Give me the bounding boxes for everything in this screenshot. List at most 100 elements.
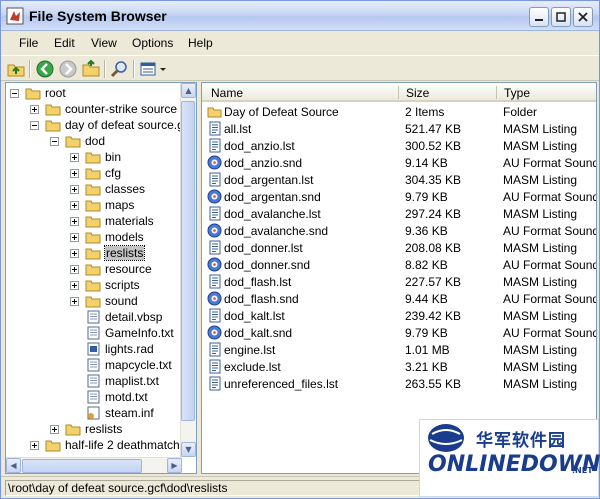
list-item[interactable]: dod_avalanche.lst 297.24 KB MASM Listing [202, 205, 596, 222]
list-item[interactable]: dod_donner.snd 8.82 KB AU Format Sound [202, 256, 596, 273]
tree-item[interactable]: GameInfo.txt [70, 325, 174, 341]
list-item[interactable]: dod_flash.snd 9.44 KB AU Format Sound [202, 290, 596, 307]
tree-item[interactable]: counter-strike source sh [30, 101, 193, 117]
list-item[interactable]: dod_kalt.snd 9.79 KB AU Format Sound [202, 324, 596, 341]
folder-icon [85, 296, 101, 308]
list-item[interactable]: dod_anzio.lst 300.52 KB MASM Listing [202, 137, 596, 154]
minimize-button[interactable] [529, 7, 549, 27]
expand-icon[interactable] [70, 280, 79, 290]
expand-icon[interactable] [70, 216, 79, 226]
document-icon [209, 359, 221, 374]
column-divider[interactable] [496, 86, 497, 99]
back-icon[interactable] [35, 59, 55, 79]
close-button[interactable] [573, 7, 593, 27]
tree-item[interactable]: materials [70, 213, 154, 229]
tree-item-label: scripts [105, 278, 140, 292]
expand-icon[interactable] [70, 248, 79, 258]
list-item[interactable]: dod_flash.lst 227.57 KB MASM Listing [202, 273, 596, 290]
tree-item[interactable]: reslists [70, 245, 146, 261]
tree-item[interactable]: half-life 2 deathmatch.g [30, 437, 190, 453]
up-folder-icon[interactable] [6, 59, 26, 79]
list-item[interactable]: dod_argentan.lst 304.35 KB MASM Listing [202, 171, 596, 188]
folder-icon [25, 88, 41, 100]
expand-icon[interactable] [50, 424, 59, 434]
column-name-header[interactable]: Name [211, 86, 243, 100]
collapse-icon[interactable] [30, 120, 39, 130]
tree-item[interactable]: dod [50, 133, 105, 149]
list-item[interactable]: unreferenced_files.lst 263.55 KB MASM List… [202, 375, 596, 392]
expand-icon[interactable] [70, 168, 79, 178]
view-mode-icon[interactable] [139, 59, 159, 79]
column-size-header[interactable]: Size [406, 86, 429, 100]
maximize-button[interactable] [551, 7, 571, 27]
view-dropdown-icon[interactable] [158, 59, 168, 79]
scroll-up-icon[interactable]: ▲ [181, 83, 196, 98]
forward-icon[interactable] [58, 59, 78, 79]
tree-item[interactable]: steam.inf [70, 405, 154, 421]
list-item[interactable]: all.lst 521.47 KB MASM Listing [202, 120, 596, 137]
list-item[interactable]: dod_argentan.snd 9.79 KB AU Format Sound [202, 188, 596, 205]
tree-item[interactable]: bin [70, 149, 121, 165]
tree-item[interactable]: resource [70, 261, 152, 277]
tree-item[interactable]: sound [70, 293, 138, 309]
search-icon[interactable] [110, 59, 130, 79]
tree-horizontal-scroll-thumb[interactable] [22, 459, 142, 473]
tree-item[interactable]: classes [70, 181, 145, 197]
tree-item[interactable]: scripts [70, 277, 140, 293]
menu-edit[interactable]: Edit [54, 36, 75, 50]
list-item[interactable]: engine.lst 1.01 MB MASM Listing [202, 341, 596, 358]
menu-view[interactable]: View [91, 36, 117, 50]
file-name: engine.lst [224, 343, 276, 357]
tree-item[interactable]: maps [70, 197, 134, 213]
tree-item[interactable]: day of defeat source.gc [30, 117, 190, 133]
expand-icon[interactable] [70, 184, 79, 194]
collapse-icon[interactable] [50, 136, 59, 146]
scroll-down-icon[interactable]: ▼ [181, 442, 196, 457]
expand-icon[interactable] [70, 296, 79, 306]
scroll-right-icon[interactable]: ▶ [167, 458, 182, 473]
list-item[interactable]: dod_anzio.snd 9.14 KB AU Format Sound [202, 154, 596, 171]
tree-item[interactable]: reslists [50, 421, 122, 437]
tree-item[interactable]: detail.vbsp [70, 309, 162, 325]
tree-item-label: mapcycle.txt [105, 358, 172, 372]
list-item[interactable]: dod_kalt.lst 239.42 KB MASM Listing [202, 307, 596, 324]
tree-item[interactable]: cfg [70, 165, 121, 181]
file-type: AU Format Sound [503, 156, 597, 170]
folder-icon [85, 152, 101, 164]
tree-item[interactable]: mapcycle.txt [70, 357, 172, 373]
file-list[interactable]: Name Size Type Day of Defeat Source 2 Ite… [201, 82, 597, 474]
list-item[interactable]: Day of Defeat Source 2 Items Folder [202, 103, 596, 120]
scroll-left-icon[interactable]: ◀ [6, 458, 21, 473]
tree-item-label: detail.vbsp [105, 310, 163, 324]
expand-icon[interactable] [30, 104, 39, 114]
menu-file[interactable]: File [19, 36, 38, 50]
folder-tree[interactable]: root counter-strike source sh day of defea… [5, 82, 197, 474]
collapse-icon[interactable] [10, 88, 19, 98]
expand-icon[interactable] [70, 200, 79, 210]
tree-item[interactable]: models [70, 229, 144, 245]
expand-icon[interactable] [70, 264, 79, 274]
folder-icon [85, 184, 101, 196]
tree-item[interactable]: lights.rad [70, 341, 154, 357]
window-title: File System Browser [29, 8, 167, 24]
expand-icon[interactable] [30, 440, 39, 450]
column-divider[interactable] [398, 86, 399, 99]
list-item[interactable]: exclude.lst 3.21 KB MASM Listing [202, 358, 596, 375]
list-item[interactable]: dod_avalanche.snd 9.36 KB AU Format Sound [202, 222, 596, 239]
tree-vertical-scroll-thumb[interactable] [181, 101, 195, 421]
tree-horizontal-scrollbar[interactable]: ◀ ▶ [6, 457, 182, 473]
expand-icon[interactable] [70, 232, 79, 242]
tree-item[interactable]: maplist.txt [70, 373, 159, 389]
tree-item[interactable]: motd.txt [70, 389, 148, 405]
file-size: 8.82 KB [405, 258, 448, 272]
tree-vertical-scrollbar[interactable]: ▲ ▼ [180, 83, 196, 457]
title-bar[interactable]: File System Browser [1, 1, 599, 31]
column-type-header[interactable]: Type [504, 86, 530, 100]
menu-help[interactable]: Help [188, 36, 213, 50]
expand-icon[interactable] [70, 152, 79, 162]
list-item[interactable]: dod_donner.lst 208.08 KB MASM Listing [202, 239, 596, 256]
open-folder-icon[interactable] [81, 59, 101, 79]
tree-item-label: maplist.txt [105, 374, 160, 388]
tree-item[interactable]: root [10, 85, 66, 101]
menu-options[interactable]: Options [132, 36, 173, 50]
